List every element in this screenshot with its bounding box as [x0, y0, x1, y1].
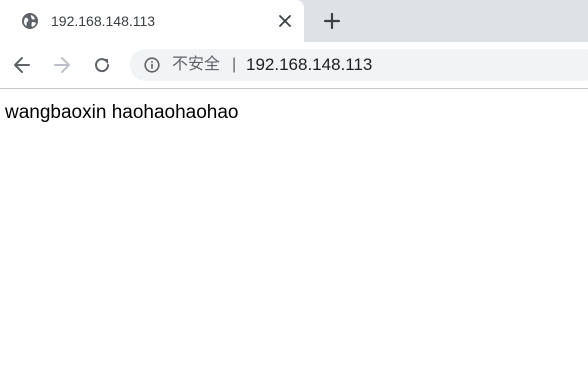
close-icon[interactable] [276, 12, 294, 30]
security-label[interactable]: 不安全 [172, 55, 220, 75]
arrow-left-icon[interactable] [11, 54, 33, 76]
page-content: wangbaoxin haohaohaohao [0, 89, 588, 384]
info-icon[interactable] [144, 57, 160, 73]
tab-strip: 192.168.148.113 [0, 0, 588, 42]
reload-icon[interactable] [91, 54, 113, 76]
toolbar: 不安全 | 192.168.148.113 [0, 42, 588, 89]
divider: | [232, 56, 237, 73]
tab-active[interactable]: 192.168.148.113 [0, 0, 304, 42]
browser-window: 192.168.148.113 不安全 | 192.168.148.113 wa… [0, 0, 588, 384]
globe-icon [22, 13, 38, 29]
url-text[interactable]: 192.168.148.113 [246, 55, 372, 75]
tab-title: 192.168.148.113 [51, 13, 156, 29]
plus-icon[interactable] [321, 10, 343, 32]
address-bar[interactable]: 不安全 | 192.168.148.113 [130, 49, 588, 81]
page-body-text: wangbaoxin haohaohaohao [5, 102, 239, 123]
arrow-right-icon[interactable] [51, 54, 73, 76]
